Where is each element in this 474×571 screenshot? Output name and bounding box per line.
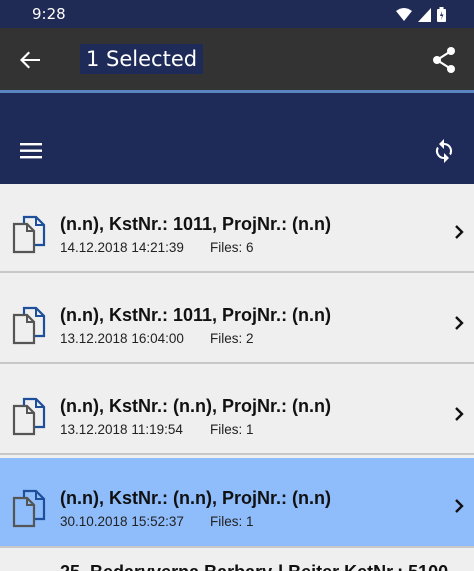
item-title: (n.n), KstNr.: (n.n), ProjNr.: (n.n) — [60, 488, 331, 508]
list-item-partial[interactable]: 25. Bedarvverna Barbarv-l Beiter KetNr.:… — [0, 549, 474, 571]
item-title: (n.n), KstNr.: 1011, ProjNr.: (n.n) — [60, 214, 332, 234]
menu-button[interactable] — [16, 137, 48, 165]
chevron-right-icon — [455, 225, 464, 239]
status-bar: 9:28 — [0, 0, 474, 28]
status-time: 9:28 — [32, 5, 66, 23]
back-button[interactable] — [14, 44, 46, 76]
document-icon — [12, 306, 46, 345]
menu-icon — [20, 143, 42, 159]
document-icon — [12, 489, 46, 528]
back-arrow-icon — [20, 51, 40, 69]
document-icon — [12, 397, 46, 436]
list-item[interactable]: (n.n), KstNr.: (n.n), ProjNr.: (n.n) 13.… — [0, 366, 474, 455]
item-date: 14.12.2018 14:21:39 — [60, 240, 184, 255]
item-title: 25. Bedarvverna Barbarv-l Beiter KetNr.:… — [60, 562, 448, 571]
selection-count-title: 1 Selected — [80, 44, 204, 74]
status-icons — [396, 7, 446, 22]
wifi-icon — [396, 7, 412, 21]
list-item[interactable]: (n.n), KstNr.: 1011, ProjNr.: (n.n) 13.1… — [0, 275, 474, 364]
selection-action-bar: 1 Selected — [0, 28, 474, 90]
item-file-count: Files: 1 — [210, 514, 254, 529]
list-item[interactable]: (n.n), KstNr.: 1011, ProjNr.: (n.n) 14.1… — [0, 184, 474, 273]
item-date: 30.10.2018 15:52:37 — [60, 514, 184, 529]
item-file-count: Files: 2 — [210, 331, 254, 346]
share-button[interactable] — [428, 44, 460, 76]
share-icon — [433, 47, 455, 73]
item-file-count: Files: 6 — [210, 240, 254, 255]
item-title: (n.n), KstNr.: 1011, ProjNr.: (n.n) — [60, 305, 332, 325]
item-title: (n.n), KstNr.: (n.n), ProjNr.: (n.n) — [60, 396, 331, 416]
chevron-right-icon — [455, 499, 464, 513]
refresh-icon — [435, 139, 453, 163]
signal-icon — [418, 7, 431, 22]
list-item-selected[interactable]: (n.n), KstNr.: (n.n), ProjNr.: (n.n) 30.… — [0, 458, 474, 548]
item-date: 13.12.2018 11:19:54 — [60, 422, 183, 437]
chevron-right-icon — [455, 316, 464, 330]
item-file-count: Files: 1 — [210, 422, 254, 437]
item-date: 13.12.2018 16:04:00 — [60, 331, 184, 346]
document-icon — [12, 215, 46, 254]
chevron-right-icon — [455, 407, 464, 421]
app-toolbar — [0, 93, 474, 184]
battery-icon — [437, 7, 446, 22]
refresh-button[interactable] — [428, 135, 460, 167]
